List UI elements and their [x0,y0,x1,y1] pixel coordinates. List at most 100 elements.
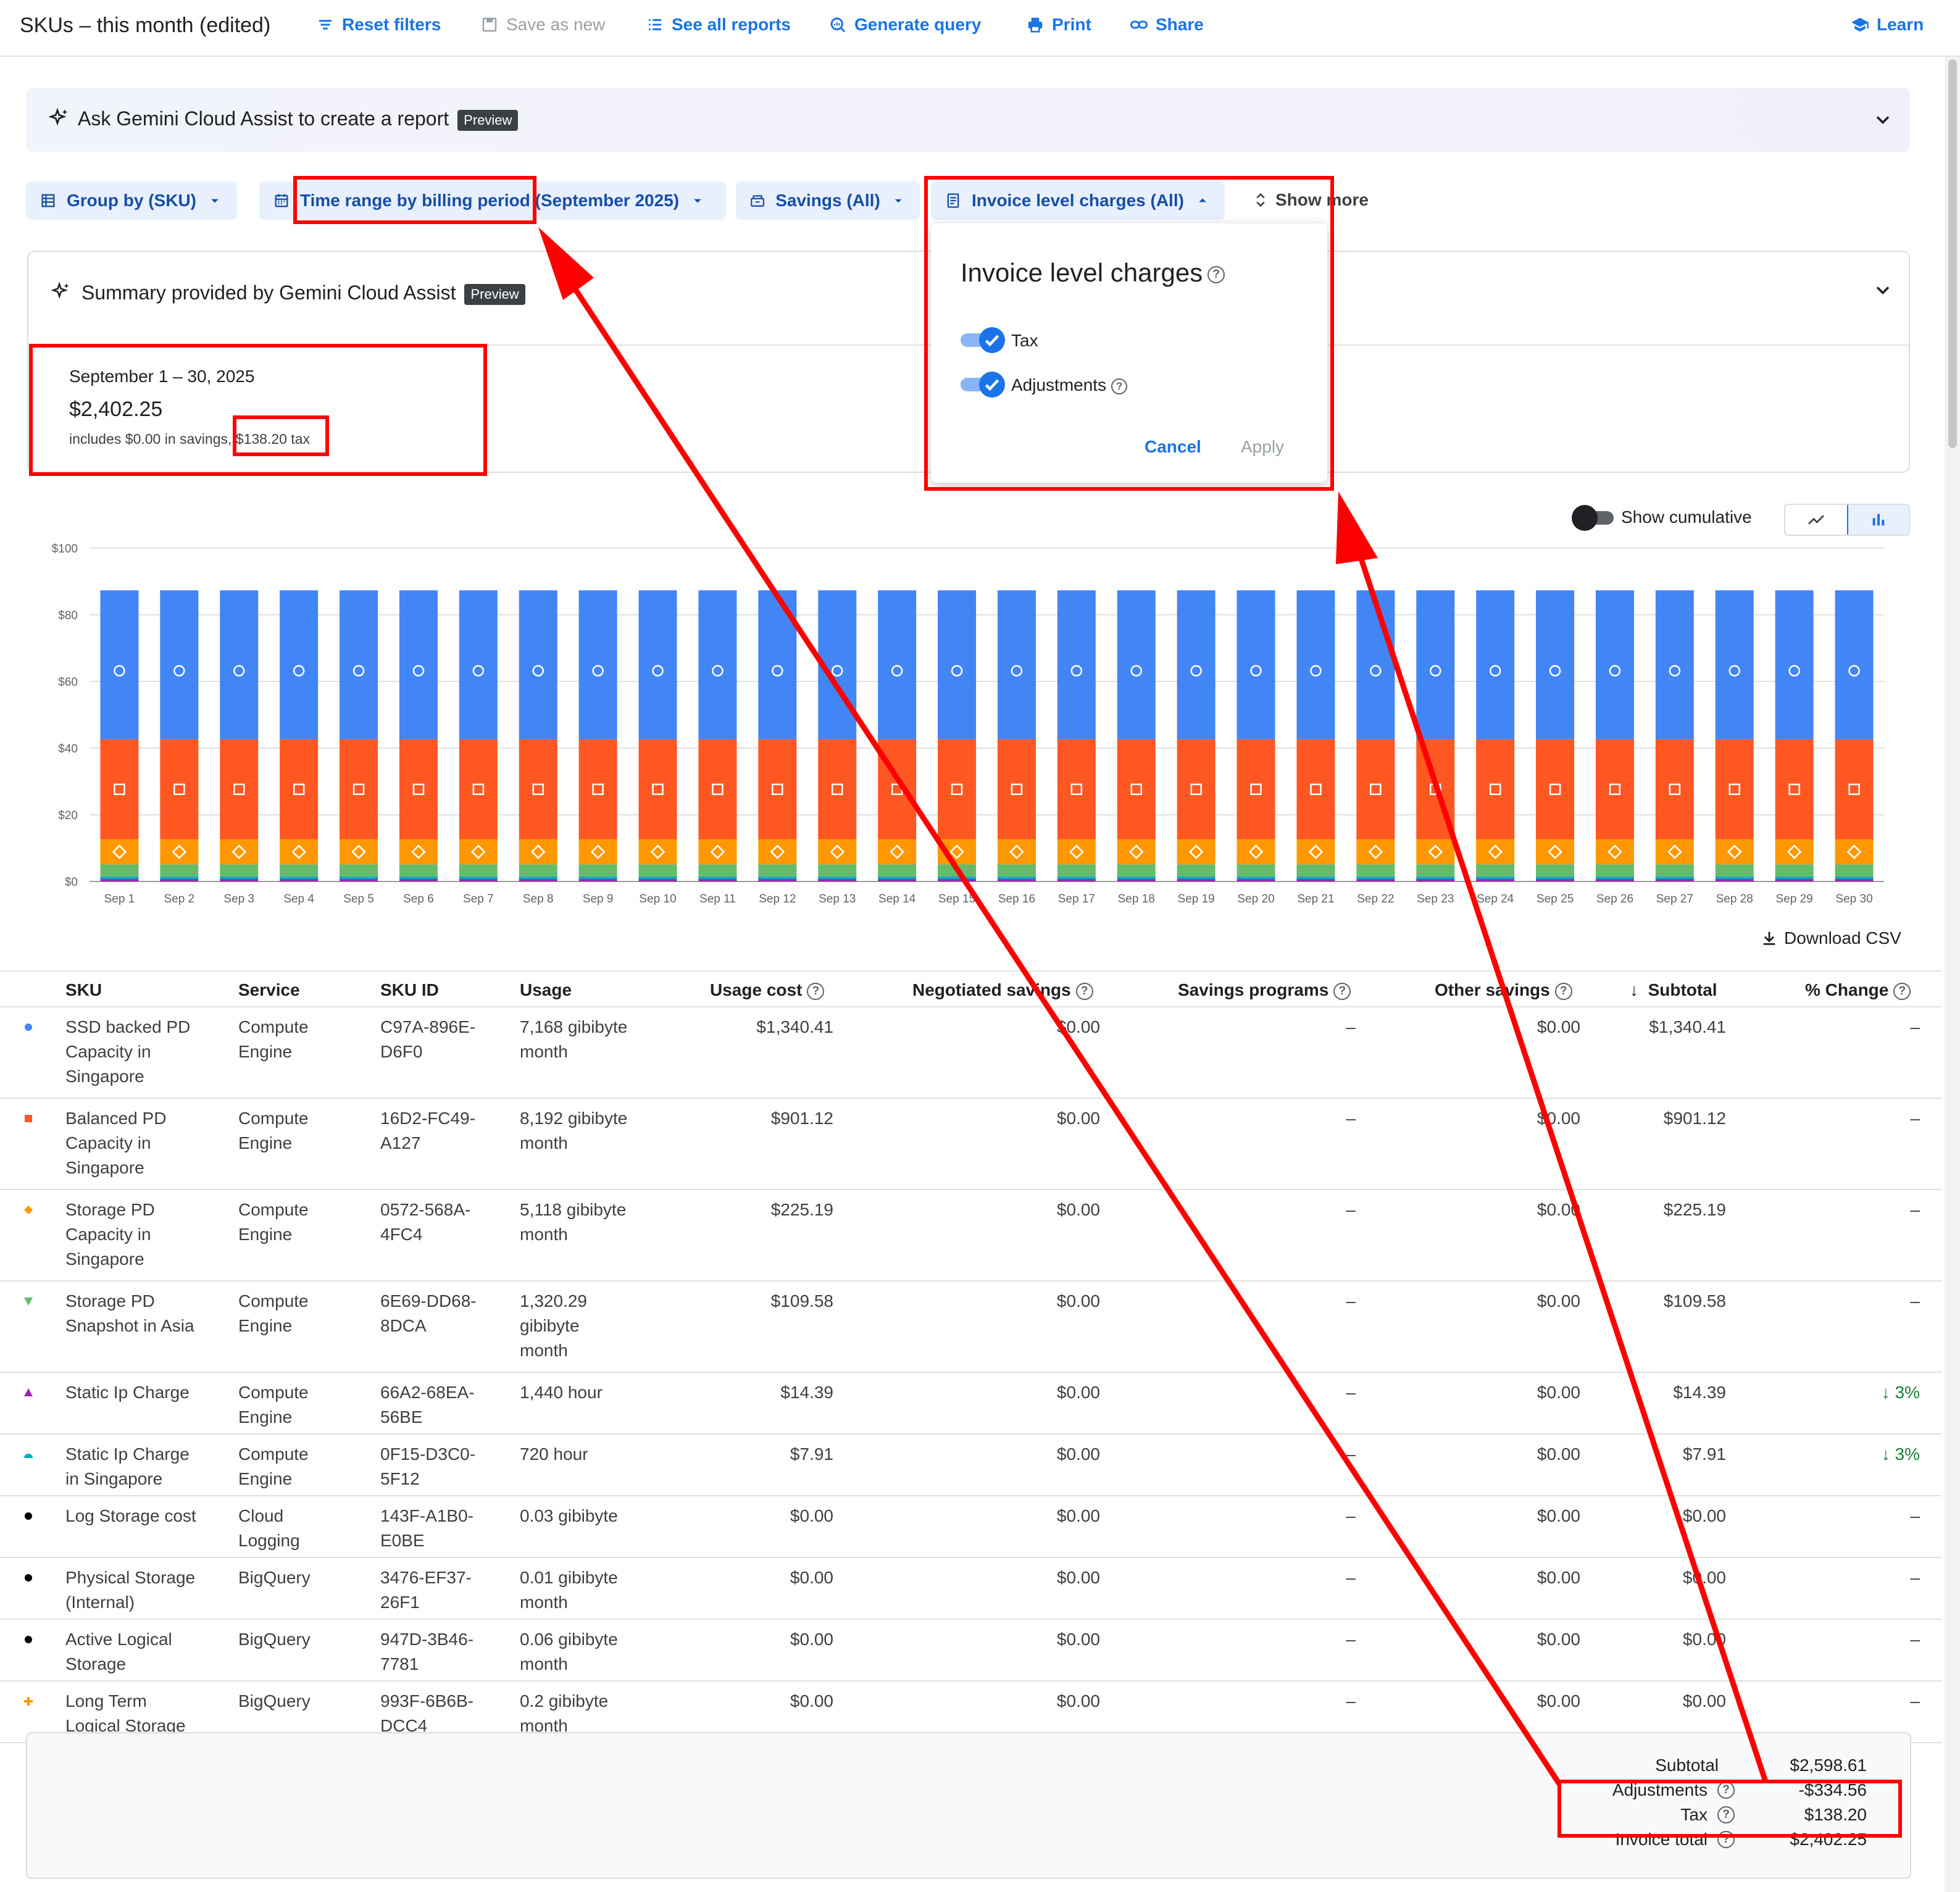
cancel-button[interactable]: Cancel [1145,437,1201,457]
cell-sku-id: 993F-6B6B- DCC4 [380,1689,510,1738]
cell-negotiated-savings: $0.00 [1056,1109,1100,1128]
bar-segment-minor [878,876,917,879]
bar-segment [1416,864,1455,877]
bar-segment [1655,739,1694,840]
help-icon[interactable]: ? [1075,982,1093,1000]
bar-segment [1536,864,1575,877]
table-row[interactable]: Balanced PD Capacity in Singapore Compute En… [0,1099,1941,1190]
bar-segment [100,839,139,865]
bar-segment-minor [997,878,1036,881]
bar-chart-button[interactable] [1847,505,1909,535]
bar-segment [1835,590,1874,740]
cell-subtotal: $0.00 [1682,1506,1726,1525]
savings-chip[interactable]: Savings (All) [736,181,920,220]
bar-segment [638,839,677,865]
bar-segment [938,590,977,740]
line-chart-button[interactable] [1785,505,1847,535]
sku-color-marker-icon [23,1573,33,1583]
sku-color-marker-icon [23,1449,33,1459]
bar-segment [1655,839,1694,865]
chevron-down-icon[interactable] [1872,109,1894,131]
help-icon[interactable]: ? [1893,982,1911,1000]
cell-sku-id-line: 4FC4 [380,1225,423,1244]
cell-sku-line: Singapore [65,1067,144,1086]
cell-sku-id-line: 947D-3B46- [380,1630,473,1649]
show-more-button[interactable]: Show more [1252,190,1369,210]
bar-segment-minor [1835,876,1874,879]
header-percent-change[interactable]: % Change? [1805,980,1911,1000]
reset-filters-button[interactable]: Reset filters [316,15,441,35]
tax-toggle[interactable] [961,327,1006,353]
help-icon[interactable]: ? [1207,265,1225,283]
save-as-new-button[interactable]: Save as new [480,15,605,35]
header-sku[interactable]: SKU [65,980,102,1000]
invoice-level-charges-chip[interactable]: Invoice level charges (All) [931,181,1225,220]
learn-button[interactable]: Learn [1851,15,1924,35]
bar-segment-minor [1595,876,1634,879]
bar-segment [1236,864,1275,877]
apply-button[interactable]: Apply [1241,437,1284,457]
see-all-reports-button[interactable]: See all reports [646,15,791,35]
table-row[interactable]: Static Ip Charge Compute Engine 66A2-68EA- 5… [0,1373,1941,1435]
check-icon [979,327,1005,353]
bar-segment [1595,590,1634,740]
table-row[interactable]: Storage PD Capacity in Singapore Compute Eng… [0,1190,1941,1281]
cell-usage-line: month [520,1593,568,1612]
cell-sku-id-line: 56BE [380,1407,423,1427]
table-row[interactable]: Active Logical Storage BigQuery 947D-3B46- 7… [0,1620,1941,1682]
help-icon[interactable]: ? [1333,982,1351,1000]
adjustments-toggle[interactable] [961,372,1006,398]
x-tick-label: Sep 8 [523,893,554,906]
print-button[interactable]: Print [1026,15,1091,35]
cell-service: Compute Engine [238,1289,368,1338]
vertical-scrollbar[interactable] [1945,57,1960,1892]
download-csv-button[interactable]: Download CSV [1761,928,1901,948]
table-row[interactable]: Static Ip Charge in Singapore Compute Engin… [0,1435,1941,1496]
bar-segment [1715,739,1754,840]
cell-service: BigQuery [238,1627,368,1652]
cell-percent-change: – [1772,1565,1920,1590]
share-button[interactable]: Share [1130,15,1204,35]
table-row[interactable]: Storage PD Snapshot in Asia Compute Engine 6… [0,1281,1941,1373]
cell-sku-id-line: 3476-EF37- [380,1568,472,1587]
table-row[interactable]: Log Storage cost Cloud Logging 143F-A1B0- E0… [0,1496,1941,1558]
table-row[interactable]: Physical Storage (Internal) BigQuery 3476-E… [0,1558,1941,1620]
header-usage[interactable]: Usage [520,980,572,1000]
help-icon[interactable]: ? [1554,982,1572,1000]
sort-arrow-down-icon: ↓ [1630,980,1638,999]
ask-gemini-banner[interactable]: Ask Gemini Cloud Assist to create a repo… [26,88,1910,152]
scrollbar-thumb[interactable] [1948,59,1957,448]
header-sku-id[interactable]: SKU ID [380,980,439,1000]
header-usage-cost[interactable]: Usage cost? [710,980,825,1000]
bar-segment [818,864,857,877]
header-subtotal[interactable]: ↓ Subtotal [1630,980,1717,1000]
generate-query-button[interactable]: Generate query [828,15,981,35]
bar-segment-minor [758,876,797,879]
cell-sku-id-line: 0572-568A- [380,1200,471,1219]
help-icon[interactable]: ? [1111,378,1128,394]
x-tick-label: Sep 18 [1118,893,1155,906]
cell-sku-line: Capacity in [65,1133,151,1152]
x-tick-label: Sep 25 [1537,893,1574,906]
table-row[interactable]: SSD backed PD Capacity in Singapore Compute… [0,1007,1941,1099]
bar-segment-minor [1655,876,1694,879]
bar-segment-minor [1655,878,1694,881]
bar-segment-minor [519,878,557,881]
header-other-savings[interactable]: Other savings? [1435,980,1572,1000]
header-service[interactable]: Service [238,980,300,1000]
group-by-chip[interactable]: Group by (SKU) [26,181,237,220]
sku-color-marker-icon [23,1022,33,1032]
time-range-chip[interactable]: Time range by billing period (September … [259,181,726,220]
show-cumulative-toggle[interactable] [1572,505,1616,531]
cell-sku-id-line: 6E69-DD68- [380,1291,477,1311]
bar-segment-minor [340,878,378,881]
cell-savings-programs: – [1346,1383,1356,1402]
top-toolbar: SKUs – this month (edited) Reset filters… [0,0,1960,57]
bar-segment-minor [698,878,737,881]
chevron-down-icon[interactable] [1872,279,1894,301]
help-icon[interactable]: ? [807,982,825,1000]
header-savings-programs[interactable]: Savings programs? [1178,980,1351,1000]
header-negotiated-savings[interactable]: Negotiated savings? [912,980,1093,1000]
bar-segment [1117,864,1156,877]
summary-tax-note: $138.20 tax [235,431,310,447]
